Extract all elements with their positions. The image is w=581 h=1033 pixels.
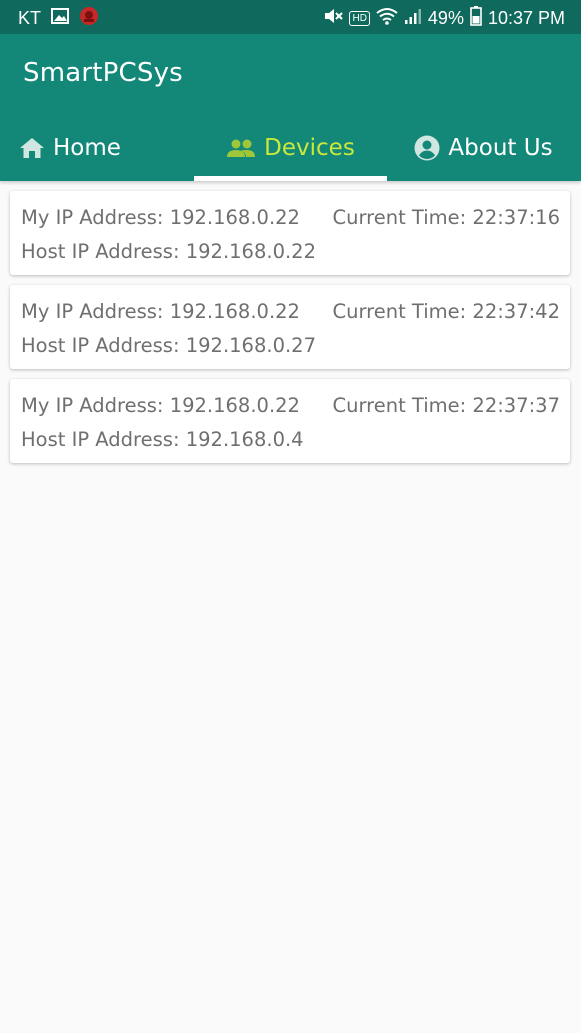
status-bar: KT HD 49% 10:37 PM bbox=[0, 0, 581, 34]
mute-icon bbox=[323, 7, 344, 30]
device-card[interactable]: My IP Address: 192.168.0.22 Current Time… bbox=[10, 379, 570, 463]
tab-about-us-label: About Us bbox=[448, 134, 553, 161]
wifi-icon bbox=[376, 7, 398, 30]
tab-home[interactable]: Home bbox=[0, 114, 193, 181]
my-ip-address: My IP Address: 192.168.0.22 bbox=[21, 394, 300, 417]
host-ip-address: Host IP Address: 192.168.0.4 bbox=[21, 428, 304, 451]
host-ip-address: Host IP Address: 192.168.0.27 bbox=[21, 334, 316, 357]
current-time: Current Time: 22:37:16 bbox=[332, 206, 560, 229]
my-ip-address: My IP Address: 192.168.0.22 bbox=[21, 300, 300, 323]
gallery-icon bbox=[51, 8, 70, 29]
status-bar-left: KT bbox=[18, 6, 99, 31]
carrier-label: KT bbox=[18, 8, 42, 28]
device-list: My IP Address: 192.168.0.22 Current Time… bbox=[10, 191, 570, 473]
host-ip-address: Host IP Address: 192.168.0.22 bbox=[21, 240, 316, 263]
signal-icon bbox=[404, 7, 422, 30]
battery-percent: 49% bbox=[427, 8, 464, 28]
battery-icon bbox=[470, 6, 482, 31]
selected-tab-indicator bbox=[194, 176, 387, 181]
people-icon bbox=[226, 138, 256, 158]
tab-home-label: Home bbox=[53, 134, 121, 161]
tab-bar: Home Devices About Us bbox=[0, 114, 581, 181]
device-card[interactable]: My IP Address: 192.168.0.22 Current Time… bbox=[10, 191, 570, 275]
my-ip-address: My IP Address: 192.168.0.22 bbox=[21, 206, 300, 229]
home-icon bbox=[19, 136, 45, 160]
current-time: Current Time: 22:37:37 bbox=[332, 394, 560, 417]
app-bar: SmartPCSys bbox=[0, 34, 581, 114]
status-bar-right: HD 49% 10:37 PM bbox=[323, 6, 565, 31]
tab-about-us[interactable]: About Us bbox=[387, 114, 580, 181]
hd-icon: HD bbox=[349, 11, 370, 26]
app-title: SmartPCSys bbox=[23, 58, 183, 88]
tab-devices[interactable]: Devices bbox=[194, 114, 387, 181]
account-circle-icon bbox=[414, 135, 440, 161]
current-time: Current Time: 22:37:42 bbox=[332, 300, 560, 323]
device-card[interactable]: My IP Address: 192.168.0.22 Current Time… bbox=[10, 285, 570, 369]
clock: 10:37 PM bbox=[487, 8, 565, 28]
tab-devices-label: Devices bbox=[264, 134, 355, 161]
notification-icon bbox=[79, 6, 99, 31]
